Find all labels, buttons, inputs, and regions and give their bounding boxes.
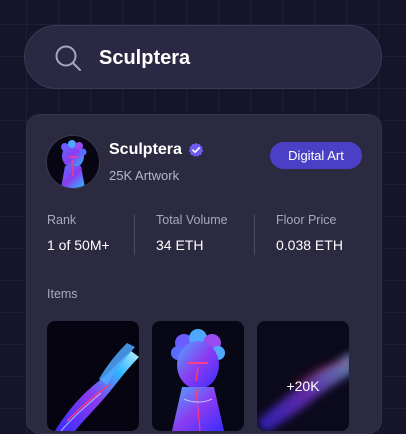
verified-icon (188, 142, 204, 157)
category-badge[interactable]: Digital Art (270, 142, 362, 169)
item-thumbnail[interactable] (47, 321, 139, 431)
stat-label: Rank (47, 213, 77, 227)
stat-floor-price: Floor Price 0.038 ETH (276, 213, 343, 253)
item-thumbnail[interactable] (152, 321, 244, 431)
stat-label: Floor Price (276, 213, 337, 227)
divider (134, 214, 135, 255)
search-icon (55, 45, 81, 71)
divider (254, 214, 255, 255)
stat-label: Total Volume (156, 213, 228, 227)
stat-value: 0.038 ETH (276, 237, 343, 253)
collection-name: Sculptera (109, 141, 182, 158)
stat-total-volume: Total Volume 34 ETH (156, 213, 228, 253)
search-bar[interactable] (24, 25, 382, 89)
stat-rank: Rank 1 of 50M+ (47, 213, 110, 253)
item-thumbnail-more[interactable]: +20K (257, 321, 349, 431)
collection-card: Sculptera 25K Artwork Digital Art Rank 1… (26, 114, 382, 434)
stat-value: 34 ETH (156, 237, 204, 253)
avatar[interactable] (47, 136, 99, 188)
stat-value: 1 of 50M+ (47, 237, 110, 253)
search-input[interactable] (99, 40, 359, 76)
more-items-count: +20K (286, 378, 320, 394)
artwork-count: 25K Artwork (109, 168, 180, 183)
items-label: Items (47, 287, 78, 301)
